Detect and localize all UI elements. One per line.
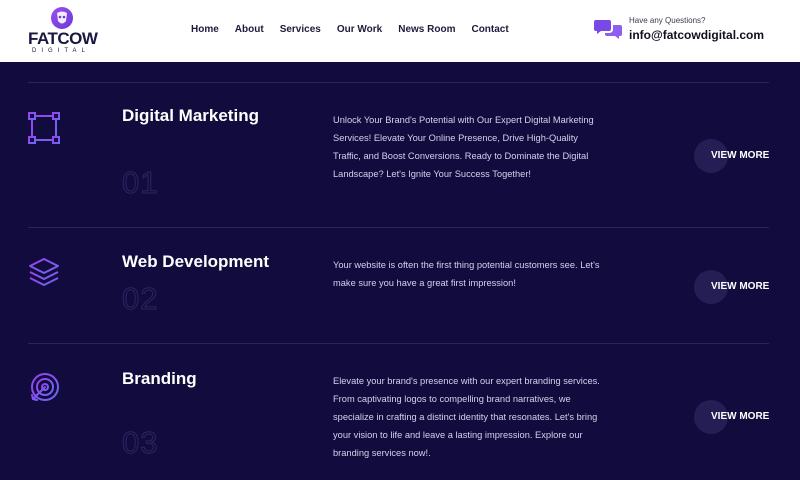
site-header: FATCOW DIGITAL Home About Services Our W… bbox=[0, 0, 800, 62]
main-nav: Home About Services Our Work News Room C… bbox=[191, 22, 525, 38]
chat-bubbles-icon bbox=[594, 20, 622, 39]
section-divider bbox=[28, 227, 769, 228]
header-contact: Have any Questions? info@fatcowdigital.c… bbox=[594, 14, 784, 48]
nav-contact[interactable]: Contact bbox=[471, 22, 508, 38]
service-title: Web Development bbox=[122, 252, 270, 271]
section-divider bbox=[28, 82, 769, 83]
logo-name: FATCOW bbox=[28, 29, 98, 48]
contact-email-link[interactable]: info@fatcowdigital.com bbox=[629, 28, 764, 42]
nav-our-work[interactable]: Our Work bbox=[337, 22, 382, 38]
target-icon bbox=[31, 373, 59, 401]
service-title: Branding bbox=[122, 369, 197, 388]
view-more-button[interactable]: VIEW MORE bbox=[694, 270, 774, 304]
service-title: Digital Marketing bbox=[122, 106, 259, 125]
service-description: Unlock Your Brand's Potential with Our E… bbox=[333, 115, 594, 179]
selection-square-icon bbox=[28, 112, 60, 144]
view-more-label: VIEW MORE bbox=[711, 281, 770, 292]
logo-subtitle: DIGITAL bbox=[32, 48, 90, 54]
nav-home[interactable]: Home bbox=[191, 22, 219, 38]
service-description: Your website is often the first thing po… bbox=[333, 260, 600, 288]
service-description: Elevate your brand's presence with our e… bbox=[333, 376, 600, 458]
service-number: 03 bbox=[121, 425, 159, 461]
view-more-label: VIEW MORE bbox=[711, 150, 770, 161]
section-divider bbox=[28, 343, 769, 344]
view-more-label: VIEW MORE bbox=[711, 411, 770, 422]
service-number: 01 bbox=[121, 165, 159, 201]
nav-about[interactable]: About bbox=[235, 22, 264, 38]
site-logo[interactable]: FATCOW DIGITAL bbox=[28, 6, 98, 58]
view-more-button[interactable]: VIEW MORE bbox=[694, 400, 774, 434]
view-more-button[interactable]: VIEW MORE bbox=[694, 139, 774, 173]
contact-question: Have any Questions? bbox=[629, 16, 706, 25]
nav-news-room[interactable]: News Room bbox=[398, 22, 455, 38]
nav-services[interactable]: Services bbox=[280, 22, 321, 38]
layers-icon bbox=[29, 258, 59, 286]
service-number: 02 bbox=[121, 281, 159, 317]
